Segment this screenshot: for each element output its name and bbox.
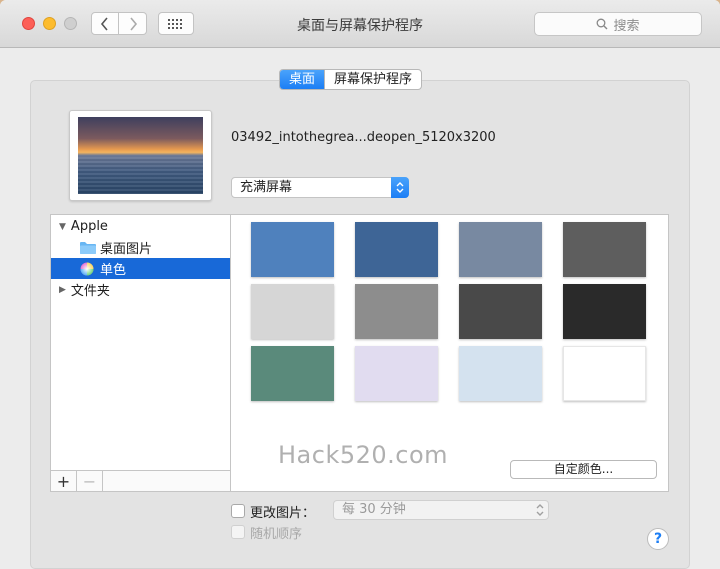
source-item-label: Apple [70, 219, 108, 234]
disclosure-open-icon[interactable]: ▼ [59, 222, 66, 232]
folder-icon [80, 242, 96, 254]
source-list-toolbar: + − [51, 470, 230, 491]
color-swatch[interactable] [251, 222, 334, 277]
wallpaper-file-name: 03492_intothegrea...deopen_5120x3200 [231, 130, 496, 145]
change-picture-checkbox[interactable] [231, 504, 245, 518]
disclosure-closed-icon[interactable]: ▶ [59, 285, 66, 295]
preferences-window: 桌面与屏幕保护程序 搜索 桌面 屏幕保护程序 03492_intothegrea… [0, 0, 720, 569]
search-icon [597, 18, 608, 30]
color-swatch[interactable] [355, 346, 438, 401]
fit-mode-value: 充满屏幕 [240, 180, 293, 195]
fit-mode-select[interactable]: 充满屏幕 [231, 177, 409, 198]
color-swatch[interactable] [355, 222, 438, 277]
color-swatch[interactable] [251, 284, 334, 339]
color-swatch[interactable] [251, 346, 334, 401]
color-swatch[interactable] [563, 284, 646, 339]
wallpaper-preview [69, 110, 212, 201]
change-interval-value: 每 30 分钟 [342, 502, 406, 517]
source-item-label: 桌面图片 [100, 242, 153, 257]
titlebar: 桌面与屏幕保护程序 搜索 [0, 0, 720, 48]
source-list: ▼ Apple 桌面图片 单色 ▶ 文件夹 + − [50, 214, 231, 492]
source-item-label: 单色 [100, 263, 127, 278]
color-swatch[interactable] [563, 222, 646, 277]
color-wheel-icon [80, 262, 94, 275]
updown-arrows-icon [391, 177, 409, 198]
updown-arrows-icon [536, 504, 544, 516]
tab-screen-saver[interactable]: 屏幕保护程序 [324, 70, 421, 89]
tab-bar: 桌面 屏幕保护程序 [279, 69, 423, 90]
random-order-checkbox[interactable] [231, 525, 245, 539]
color-swatch[interactable] [563, 346, 646, 401]
color-swatch[interactable] [355, 284, 438, 339]
wallpaper-thumbnail [78, 117, 203, 194]
change-interval-select[interactable]: 每 30 分钟 [333, 500, 549, 520]
source-item-apple[interactable]: ▼ Apple [51, 216, 230, 237]
help-button[interactable]: ? [647, 528, 669, 550]
color-swatch[interactable] [459, 222, 542, 277]
change-picture-label: 更改图片： [250, 506, 316, 521]
watermark-text: Hack520.com [278, 441, 449, 469]
color-swatch[interactable] [459, 284, 542, 339]
source-item-solid-colors[interactable]: 单色 [51, 258, 230, 279]
tab-desktop[interactable]: 桌面 [280, 70, 325, 89]
source-item-folders[interactable]: ▶ 文件夹 [51, 279, 230, 300]
source-item-desktop-pictures[interactable]: 桌面图片 [51, 237, 230, 258]
random-order-label: 随机顺序 [250, 527, 303, 542]
color-swatch[interactable] [459, 346, 542, 401]
search-placeholder: 搜索 [613, 18, 640, 34]
search-input[interactable]: 搜索 [534, 12, 702, 36]
custom-color-button[interactable]: 自定颜色... [510, 460, 657, 479]
remove-folder-button[interactable]: − [77, 471, 103, 491]
add-folder-button[interactable]: + [51, 471, 77, 491]
source-item-label: 文件夹 [70, 284, 110, 299]
